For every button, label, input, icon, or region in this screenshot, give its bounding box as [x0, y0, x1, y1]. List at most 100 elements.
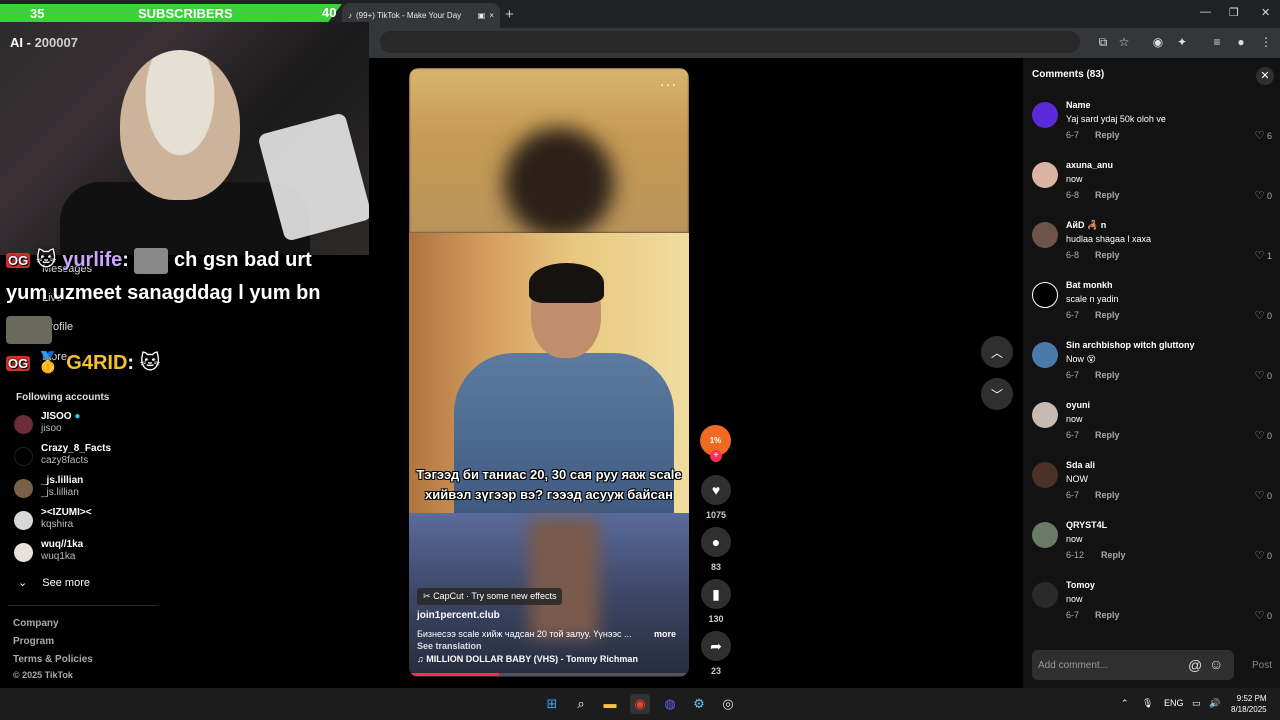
comment-username[interactable]: Bat monkh — [1066, 280, 1113, 290]
new-tab-button[interactable]: + — [505, 6, 514, 23]
comment-action[interactable]: ● 83 — [701, 527, 731, 572]
followed-account[interactable]: ><IZUMI>< kqshira — [14, 507, 164, 535]
chrome-icon[interactable]: ◉ — [630, 694, 650, 714]
comment-bubble-icon[interactable]: ● — [701, 527, 731, 557]
reply-button[interactable]: Reply — [1101, 550, 1126, 560]
search-icon[interactable]: ⌕ — [571, 694, 591, 714]
see-translation-link[interactable]: See translation — [417, 641, 482, 651]
followed-account[interactable]: wuq//1ka wuq1ka — [14, 539, 164, 567]
avatar[interactable] — [1032, 282, 1058, 308]
reply-button[interactable]: Reply — [1095, 190, 1120, 200]
bookmark-icon[interactable]: ▮ — [701, 579, 731, 609]
emoji-icon[interactable]: ☺ — [1209, 656, 1223, 672]
comment-like-button[interactable]: ♡ 0 — [1255, 549, 1272, 562]
system-clock[interactable]: 9:52 PM 8/18/2025 — [1231, 693, 1267, 715]
comment-like-button[interactable]: ♡ 0 — [1255, 369, 1272, 382]
comment-like-button[interactable]: ♡ 1 — [1255, 249, 1272, 262]
close-window-button[interactable]: ✕ — [1261, 6, 1270, 19]
footer-link-program[interactable]: Program — [13, 636, 54, 647]
reply-button[interactable]: Reply — [1095, 130, 1120, 140]
like-action[interactable]: ♥ 1075 — [701, 475, 731, 520]
reply-button[interactable]: Reply — [1095, 430, 1120, 440]
post-comment-button[interactable]: Post — [1252, 660, 1272, 671]
comment-like-button[interactable]: ♡ 0 — [1255, 309, 1272, 322]
followed-account[interactable]: Crazy_8_Facts cazy8facts — [14, 443, 164, 471]
cast-icon[interactable]: ⧉ — [1095, 34, 1111, 50]
share-action[interactable]: ➦ 23 — [701, 631, 731, 676]
mention-at-icon[interactable]: @ — [1188, 657, 1202, 673]
tab-close-icon[interactable]: × — [489, 11, 494, 20]
avatar[interactable] — [1032, 582, 1058, 608]
close-comments-button[interactable]: ✕ — [1256, 67, 1274, 85]
reply-button[interactable]: Reply — [1095, 610, 1120, 620]
comment-like-button[interactable]: ♡ 0 — [1255, 609, 1272, 622]
previous-video-button[interactable]: ︿ — [981, 336, 1013, 368]
address-bar[interactable] — [380, 31, 1080, 53]
description-more-button[interactable]: more — [654, 629, 676, 639]
avatar[interactable] — [1032, 102, 1058, 128]
comment-username[interactable]: axuna_anu — [1066, 160, 1113, 170]
comment-username[interactable]: Tomoy — [1066, 580, 1095, 590]
profile-avatar-icon[interactable]: ● — [1233, 34, 1249, 50]
video-more-options-icon[interactable]: ··· — [660, 76, 677, 92]
avatar[interactable] — [1032, 222, 1058, 248]
comment-text: scale n yadin — [1066, 294, 1119, 304]
comment-like-button[interactable]: ♡ 6 — [1255, 129, 1272, 142]
restore-button[interactable]: ❐ — [1229, 6, 1239, 19]
menu-kebab-icon[interactable]: ⋮ — [1258, 34, 1274, 50]
reading-list-icon[interactable]: ≡ — [1209, 34, 1225, 50]
avatar[interactable] — [1032, 402, 1058, 428]
video-music[interactable]: ♫ MILLION DOLLAR BABY (VHS) - Tommy Rich… — [417, 654, 638, 664]
share-arrow-icon[interactable]: ➦ — [701, 631, 731, 661]
tray-chevron-up-icon[interactable]: ⌃ — [1121, 698, 1129, 709]
comment-text: now — [1066, 174, 1083, 184]
comments-panel: Comments (83) ✕ Name Yaj sard ydaj 50k ol… — [1023, 58, 1280, 688]
comment-username[interactable]: Sin archbishop witch gluttony — [1066, 340, 1195, 350]
network-icon[interactable]: ▭ — [1192, 698, 1201, 709]
followed-account[interactable]: JISOO ● jisoo — [14, 411, 164, 439]
bookmark-star-icon[interactable]: ☆ — [1116, 34, 1132, 50]
footer-link-terms[interactable]: Terms & Policies — [13, 654, 93, 665]
reply-button[interactable]: Reply — [1095, 250, 1120, 260]
microphone-icon[interactable]: 🎙 — [1142, 698, 1153, 709]
video-player[interactable]: Тэгээд би таниас 20, 30 сая руу яаж scal… — [409, 68, 689, 677]
reply-button[interactable]: Reply — [1095, 310, 1120, 320]
comment-like-button[interactable]: ♡ 0 — [1255, 489, 1272, 502]
tab-audio-icon[interactable]: ▣ — [478, 11, 486, 20]
heart-icon[interactable]: ♥ — [701, 475, 731, 505]
avatar[interactable] — [1032, 462, 1058, 488]
followed-account[interactable]: _js.lillian _js.lillian — [14, 475, 164, 503]
avatar[interactable] — [1032, 162, 1058, 188]
obs-icon[interactable]: ◎ — [718, 694, 738, 714]
file-explorer-icon[interactable]: ▬ — [600, 694, 620, 714]
minimize-button[interactable]: — — [1200, 6, 1211, 18]
avatar[interactable] — [1032, 522, 1058, 548]
steam-icon[interactable]: ⚙ — [689, 694, 709, 714]
windows-start-icon[interactable]: ⊞ — [542, 694, 562, 714]
next-video-button[interactable]: ﹀ — [981, 378, 1013, 410]
comment-username[interactable]: QRYST4L — [1066, 520, 1107, 530]
extension-icon[interactable]: ◉ — [1150, 34, 1166, 50]
puzzle-icon[interactable]: ✦ — [1174, 34, 1190, 50]
add-comment-input[interactable] — [1032, 650, 1234, 680]
video-progress-bar[interactable] — [409, 673, 689, 676]
discord-icon[interactable]: ◍ — [660, 694, 680, 714]
save-action[interactable]: ▮ 130 — [701, 579, 731, 624]
comment-username[interactable]: oyuni — [1066, 400, 1090, 410]
see-more-button[interactable]: ⌄ See more — [18, 576, 90, 589]
capcut-effect-tag[interactable]: ✂ CapCut · Try some new effects — [417, 588, 563, 605]
comment-like-button[interactable]: ♡ 0 — [1255, 429, 1272, 442]
comment-like-button[interactable]: ♡ 0 — [1255, 189, 1272, 202]
comment-username[interactable]: Sda ali — [1066, 460, 1095, 470]
comment-item: QRYST4L now 6-12 Reply ♡ 0 — [1032, 520, 1272, 575]
reply-button[interactable]: Reply — [1095, 490, 1120, 500]
volume-icon[interactable]: 🔊 — [1209, 698, 1220, 709]
reply-button[interactable]: Reply — [1095, 370, 1120, 380]
video-author[interactable]: join1percent.club — [417, 610, 500, 621]
avatar[interactable] — [1032, 342, 1058, 368]
follow-plus-icon[interactable]: + — [710, 450, 722, 462]
footer-link-company[interactable]: Company — [13, 618, 59, 629]
comment-username[interactable]: Name — [1066, 100, 1091, 110]
language-indicator[interactable]: ENG — [1164, 698, 1184, 708]
comment-username[interactable]: АйD 🦂 n — [1066, 220, 1106, 231]
